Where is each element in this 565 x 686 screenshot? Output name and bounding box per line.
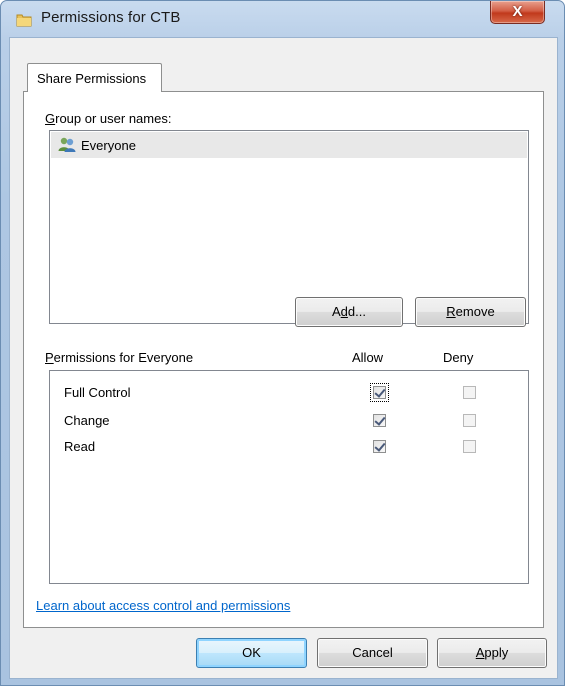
permissions-list: Full Control Change Read	[49, 370, 529, 584]
close-icon: X	[512, 3, 523, 20]
dialog-client-area: Share Permissions Group or user names: E…	[9, 37, 558, 679]
permissions-label: Permissions for Everyone	[45, 350, 194, 365]
title-bar[interactable]: Permissions for CTB X	[1, 1, 564, 37]
apply-button[interactable]: Apply	[437, 638, 547, 668]
read-deny-checkbox[interactable]	[463, 440, 476, 453]
close-button[interactable]: X	[490, 1, 545, 24]
change-deny-checkbox[interactable]	[463, 414, 476, 427]
users-group-icon	[58, 137, 76, 152]
permissions-dialog: Permissions for CTB X Share Permissions …	[0, 0, 565, 686]
user-name: Everyone	[81, 138, 136, 153]
read-allow-checkbox[interactable]	[373, 440, 386, 453]
add-button[interactable]: Add...	[295, 297, 403, 327]
permission-name: Read	[64, 439, 96, 454]
permission-row-full-control: Full Control	[50, 383, 528, 405]
help-link[interactable]: Learn about access control and permissio…	[36, 598, 290, 613]
users-listbox[interactable]: Everyone	[49, 130, 529, 324]
change-allow-checkbox[interactable]	[373, 414, 386, 427]
ok-button[interactable]: OK	[196, 638, 307, 668]
list-item[interactable]: Everyone	[51, 132, 527, 158]
remove-button[interactable]: Remove	[415, 297, 526, 327]
cancel-button[interactable]: Cancel	[317, 638, 428, 668]
permission-row-change: Change	[50, 411, 528, 433]
window-title: Permissions for CTB	[41, 9, 181, 26]
group-names-label: Group or user names:	[45, 111, 172, 126]
full-control-allow-checkbox[interactable]	[373, 386, 386, 399]
folder-icon	[16, 14, 32, 27]
allow-column-header: Allow	[352, 350, 384, 365]
permission-row-read: Read	[50, 437, 528, 459]
permission-name: Change	[64, 413, 110, 428]
permission-name: Full Control	[64, 385, 131, 400]
tab-share-permissions[interactable]: Share Permissions	[27, 63, 162, 92]
deny-column-header: Deny	[443, 350, 474, 365]
full-control-deny-checkbox[interactable]	[463, 386, 476, 399]
